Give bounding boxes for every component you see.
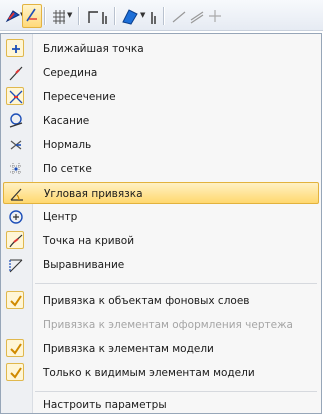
menu-item-midpoint[interactable]: Середина bbox=[3, 62, 319, 84]
snap-local-button[interactable] bbox=[22, 4, 42, 28]
menu-item-label: Середина bbox=[43, 67, 98, 79]
dimension-icon[interactable] bbox=[206, 6, 224, 26]
menu-option-background-layers[interactable]: Привязка к объектам фоновых слоев bbox=[3, 290, 319, 312]
menu-item-label: Привязка к элементам модели bbox=[43, 343, 214, 355]
toolbar-separator bbox=[163, 7, 164, 25]
menu-option-model-elements[interactable]: Привязка к элементам модели bbox=[3, 338, 319, 360]
menu-item-center[interactable]: Центр bbox=[3, 206, 319, 228]
menu-option-visible-model-elements[interactable]: Только к видимым элементам модели bbox=[3, 362, 319, 384]
menu-item-label: Ближайшая точка bbox=[43, 43, 144, 55]
angle-snap-icon bbox=[10, 188, 23, 201]
menu-item-intersection[interactable]: Пересечение bbox=[3, 86, 319, 108]
menu-item-label: Привязка к элементам оформления чертежа bbox=[43, 319, 293, 331]
menu-item-label: Выравнивание bbox=[43, 259, 125, 271]
alignment-icon bbox=[9, 259, 23, 273]
hatch-icon[interactable] bbox=[170, 6, 188, 26]
toolbar-separator bbox=[78, 7, 79, 25]
center-icon bbox=[9, 210, 23, 224]
toolbar-separator bbox=[44, 7, 45, 25]
checkmark-icon bbox=[10, 343, 22, 355]
menu-item-label: Пересечение bbox=[43, 91, 116, 103]
menu-item-label: По сетке bbox=[43, 163, 92, 175]
menu-item-point-on-curve[interactable]: Точка на кривой bbox=[3, 230, 319, 252]
menu-item-label: Нормаль bbox=[43, 139, 92, 151]
menu-item-angle-snap[interactable]: Угловая привязка bbox=[3, 182, 319, 204]
chevron-down-icon[interactable]: ▼ bbox=[140, 11, 145, 19]
menu-item-settings[interactable]: Настроить параметры bbox=[3, 394, 319, 416]
line-style-icon[interactable] bbox=[150, 6, 158, 26]
menu-item-grid-snap[interactable]: По сетке bbox=[3, 158, 319, 180]
point-on-curve-icon bbox=[9, 234, 23, 248]
menu-item-tangent[interactable]: Касание bbox=[3, 110, 319, 132]
parallel-icon[interactable] bbox=[188, 6, 206, 26]
grid-snap-icon bbox=[10, 163, 22, 175]
midpoint-icon bbox=[9, 66, 23, 81]
checkmark-icon bbox=[10, 367, 22, 379]
menu-item-label: Только к видимым элементам модели bbox=[43, 367, 255, 379]
nearest-point-icon bbox=[12, 45, 20, 53]
normal-icon bbox=[10, 140, 22, 150]
menu-item-label: Привязка к объектам фоновых слоев bbox=[43, 295, 250, 307]
menu-item-nearest-point[interactable]: Ближайшая точка bbox=[3, 38, 319, 60]
menu-item-label: Касание bbox=[43, 115, 90, 127]
menu-option-drawing-elements: Привязка к элементам оформления чертежа bbox=[3, 314, 319, 336]
menu-separator bbox=[35, 391, 317, 392]
ortho-icon[interactable] bbox=[84, 6, 102, 26]
line-width-icon[interactable] bbox=[101, 6, 109, 26]
menu-item-label: Настроить параметры bbox=[43, 399, 167, 411]
intersection-icon bbox=[9, 90, 23, 104]
snap-dropdown-menu: Ближайшая точка Середина Пересечение Кас… bbox=[0, 33, 322, 414]
menu-separator bbox=[35, 283, 317, 284]
checkmark-icon bbox=[10, 295, 22, 307]
menu-item-label: Угловая привязка bbox=[44, 188, 143, 200]
menu-item-alignment[interactable]: Выравнивание bbox=[3, 254, 319, 276]
toolbar-separator bbox=[114, 7, 115, 25]
fill-color-icon[interactable] bbox=[120, 6, 140, 26]
menu-item-label: Точка на кривой bbox=[43, 235, 135, 247]
snap-local-icon bbox=[26, 8, 37, 22]
grid-icon[interactable] bbox=[50, 6, 68, 26]
menu-item-label: Центр bbox=[43, 211, 78, 223]
menu-item-normal[interactable]: Нормаль bbox=[3, 134, 319, 156]
tangent-icon bbox=[9, 113, 23, 128]
chevron-down-icon[interactable]: ▼ bbox=[67, 11, 72, 19]
snap-toolbar: ▼ ▼ ▼ bbox=[0, 0, 323, 31]
